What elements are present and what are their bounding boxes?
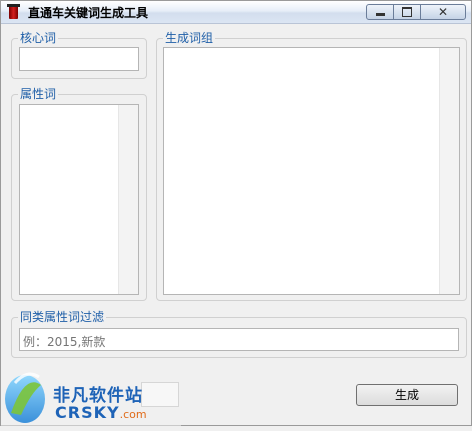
filter-input[interactable]	[19, 328, 459, 351]
watermark-logo: 非凡软件站 CRSKY.com	[1, 363, 181, 427]
watermark-domain-suffix: .com	[119, 408, 147, 421]
app-icon	[7, 4, 20, 19]
maximize-button[interactable]	[393, 4, 421, 20]
close-button[interactable]: ✕	[420, 4, 466, 20]
minimize-icon	[375, 13, 385, 16]
core-word-legend: 核心词	[20, 31, 57, 45]
close-icon: ✕	[437, 5, 449, 19]
watermark-brand-en-row: CRSKY.com	[55, 403, 147, 422]
attribute-word-textarea[interactable]	[19, 104, 139, 295]
maximize-icon	[402, 7, 412, 17]
main-window: 直通车关键词生成工具 ✕ 核心词 属性词 生成词组 同类属性词过滤 生成	[0, 0, 472, 427]
window-title: 直通车关键词生成工具	[28, 6, 149, 20]
minimize-button[interactable]	[366, 4, 394, 20]
attribute-word-legend: 属性词	[20, 87, 57, 101]
generate-button[interactable]: 生成	[356, 384, 458, 406]
title-bar[interactable]: 直通车关键词生成工具 ✕	[1, 1, 471, 24]
result-textarea[interactable]	[163, 47, 460, 295]
watermark-brand-en: CRSKY	[55, 403, 120, 422]
core-word-input[interactable]	[19, 47, 139, 71]
result-legend: 生成词组	[165, 31, 214, 45]
filter-legend: 同类属性词过滤	[20, 310, 105, 324]
attribute-word-scrollbar[interactable]	[118, 105, 138, 294]
window-controls: ✕	[366, 4, 466, 20]
result-scrollbar[interactable]	[439, 48, 459, 294]
